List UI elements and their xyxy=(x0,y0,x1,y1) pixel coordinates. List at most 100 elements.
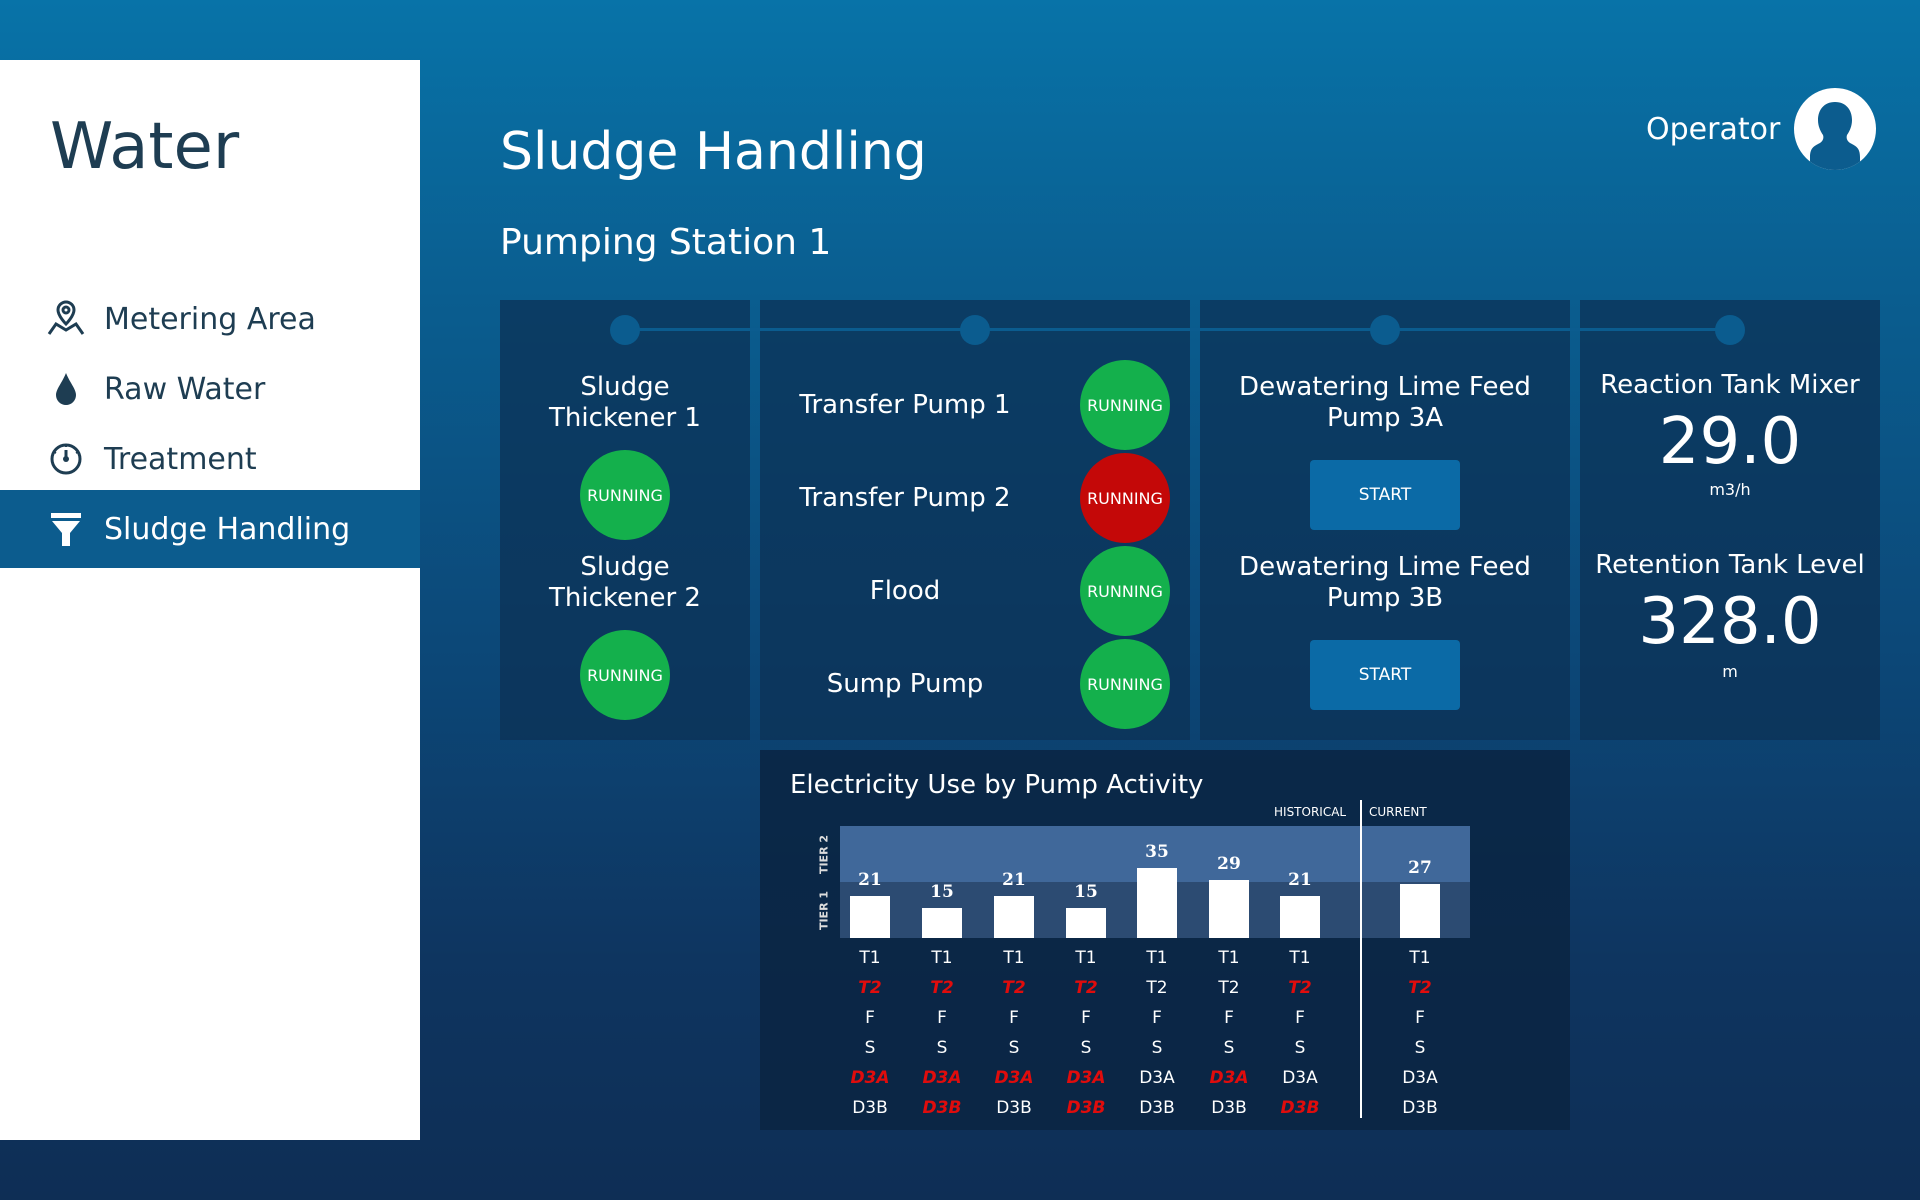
chart-activity-cell: F xyxy=(1152,1008,1162,1028)
sidebar-item-sludge-handling[interactable]: Sludge Handling xyxy=(0,490,420,568)
chart-activity-cell: T1 xyxy=(1218,948,1240,968)
thickener-2-status[interactable]: RUNNING xyxy=(580,630,670,720)
thickener-2-label: Sludge Thickener 2 xyxy=(549,552,701,613)
sidebar-item-label: Sludge Handling xyxy=(104,511,351,547)
chart-activity-cell: D3B xyxy=(1211,1098,1247,1118)
transfer-pump-2-status[interactable]: RUNNING xyxy=(1080,453,1170,543)
chart-activity-cell: T1 xyxy=(1409,948,1431,968)
tier-1-label: TIER 1 xyxy=(817,890,831,931)
chart-activity-cell: F xyxy=(865,1008,875,1028)
flood-status[interactable]: RUNNING xyxy=(1080,546,1170,636)
chart-bar xyxy=(1066,908,1106,938)
chart-activity-cell: D3B xyxy=(1280,1098,1320,1118)
section-title: Pumping Station 1 xyxy=(500,222,832,263)
chart-activity-cell: D3B xyxy=(1139,1098,1175,1118)
process-node xyxy=(1370,315,1400,345)
chart-activity-cell: F xyxy=(1081,1008,1091,1028)
chart-activity-cell: T1 xyxy=(1075,948,1097,968)
chart-activity-cell: D3A xyxy=(1282,1068,1318,1088)
chart-activity-cell: T2 xyxy=(1146,978,1168,998)
transfer-pump-1-status[interactable]: RUNNING xyxy=(1080,360,1170,450)
chart-bar xyxy=(994,896,1034,938)
chart-bar-value-label: 15 xyxy=(1074,882,1098,902)
chart-activity-cell: F xyxy=(1009,1008,1019,1028)
flood-label: Flood xyxy=(869,576,941,606)
chart-activity-cell: D3B xyxy=(1402,1098,1438,1118)
chart-bar-value-label: 27 xyxy=(1408,858,1432,878)
gauge-icon xyxy=(44,437,88,481)
chart-bar-value-label: 21 xyxy=(1002,870,1026,890)
historical-header: HISTORICAL xyxy=(1274,805,1347,819)
user-label: Operator xyxy=(1646,112,1781,147)
chart-activity-cell: D3A xyxy=(1066,1068,1106,1088)
sidebar-item-treatment[interactable]: Treatment xyxy=(0,420,420,498)
map-pin-icon xyxy=(44,297,88,341)
start-pump-3a-button[interactable]: START xyxy=(1310,460,1460,530)
chart-activity-cell: F xyxy=(937,1008,947,1028)
sump-pump-status[interactable]: RUNNING xyxy=(1080,639,1170,729)
chart-activity-cell: S xyxy=(1008,1038,1020,1058)
historical-current-divider xyxy=(1360,800,1362,1118)
sidebar-item-label: Raw Water xyxy=(104,371,266,407)
chart-activity-cell: T2 xyxy=(1074,978,1098,998)
avatar[interactable] xyxy=(1794,88,1876,170)
chart-activity-cell: T1 xyxy=(1146,948,1168,968)
retention-tank-unit: m xyxy=(1722,662,1738,681)
lime-feed-3a-label: Dewatering Lime Feed Pump 3A xyxy=(1239,372,1531,433)
chart-activity-cell: S xyxy=(1080,1038,1092,1058)
thickener-1-label: Sludge Thickener 1 xyxy=(549,372,701,433)
tier-2-label: TIER 2 xyxy=(817,834,831,875)
chart-activity-cell: S xyxy=(864,1038,876,1058)
lime-feed-3b-label: Dewatering Lime Feed Pump 3B xyxy=(1239,552,1531,613)
sidebar-item-metering-area[interactable]: Metering Area xyxy=(0,280,420,358)
chart-activity-cell: F xyxy=(1224,1008,1234,1028)
chart-activity-cell: T2 xyxy=(930,978,954,998)
sidebar-item-label: Treatment xyxy=(104,441,257,477)
funnel-icon xyxy=(44,507,88,551)
water-drop-icon xyxy=(44,367,88,411)
start-pump-3b-button[interactable]: START xyxy=(1310,640,1460,710)
process-node xyxy=(960,315,990,345)
chart-activity-cell: T1 xyxy=(1003,948,1025,968)
retention-tank-value: 328.0 xyxy=(1638,585,1822,659)
chart-activity-cell: S xyxy=(1294,1038,1306,1058)
chart-activity-cell: D3A xyxy=(994,1068,1034,1088)
reaction-tank-value: 29.0 xyxy=(1658,405,1802,479)
sump-pump-label: Sump Pump xyxy=(826,669,984,699)
app-title: Water xyxy=(50,110,240,184)
process-node xyxy=(610,315,640,345)
sidebar: Water Metering Area Raw Water Treatment … xyxy=(0,60,420,1140)
user-silhouette-icon xyxy=(1810,102,1860,170)
chart-activity-cell: D3A xyxy=(1139,1068,1175,1088)
chart-bar xyxy=(1137,868,1177,938)
chart-bar-value-label: 21 xyxy=(858,870,882,890)
chart-activity-cell: T2 xyxy=(858,978,882,998)
retention-tank-label: Retention Tank Level xyxy=(1595,550,1865,580)
chart-activity-cell: S xyxy=(936,1038,948,1058)
chart-activity-cell: D3B xyxy=(852,1098,888,1118)
current-header: CURRENT xyxy=(1369,805,1427,819)
sidebar-item-raw-water[interactable]: Raw Water xyxy=(0,350,420,428)
reaction-tank-unit: m3/h xyxy=(1709,480,1751,499)
chart-activity-cell: S xyxy=(1414,1038,1426,1058)
chart-activity-cell: T2 xyxy=(1218,978,1240,998)
chart-activity-cell: T1 xyxy=(859,948,881,968)
transfer-pump-1-label: Transfer Pump 1 xyxy=(799,390,1011,420)
chart-activity-cell: S xyxy=(1223,1038,1235,1058)
chart-activity-cell: T2 xyxy=(1288,978,1312,998)
chart-bar-value-label: 35 xyxy=(1145,842,1169,862)
chart-activity-cell: D3A xyxy=(1402,1068,1438,1088)
chart-activity-cell: F xyxy=(1415,1008,1425,1028)
chart-activity-cell: D3A xyxy=(922,1068,962,1088)
chart-bar-value-label: 15 xyxy=(930,882,954,902)
chart-activity-cell: D3B xyxy=(922,1098,962,1118)
chart-bar-value-label: 21 xyxy=(1288,870,1312,890)
thickener-1-status[interactable]: RUNNING xyxy=(580,450,670,540)
chart-bar xyxy=(922,908,962,938)
chart-activity-cell: S xyxy=(1151,1038,1163,1058)
chart-activity-cell: D3B xyxy=(1066,1098,1106,1118)
chart-title: Electricity Use by Pump Activity xyxy=(790,770,1204,800)
page-title: Sludge Handling xyxy=(500,122,927,182)
process-connector-line xyxy=(625,328,1730,331)
chart-activity-cell: F xyxy=(1295,1008,1305,1028)
